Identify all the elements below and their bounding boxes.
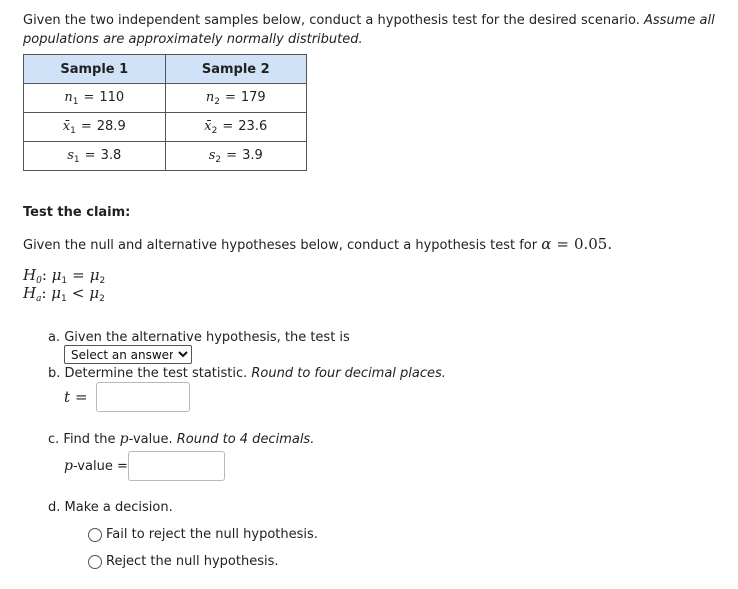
alpha-value: 0.05. <box>573 235 613 253</box>
question-b: b. Determine the test statistic. Round t… <box>48 366 446 381</box>
cell-x1: x̄1 = 28.9 <box>23 112 166 142</box>
question-a: a. Given the alternative hypothesis, the… <box>48 330 350 345</box>
cell-n1: n1 = 110 <box>23 83 166 113</box>
mu-1-sub: 1 <box>61 294 67 304</box>
subscript: 2 <box>211 125 218 136</box>
test-statistic-input[interactable] <box>96 382 190 412</box>
table-header-row: Sample 1 Sample 2 <box>23 54 307 84</box>
mu-2-sub: 2 <box>99 294 105 304</box>
subscript: 2 <box>214 96 220 107</box>
equals: = <box>83 89 95 105</box>
mu-2: μ <box>89 284 100 302</box>
mu-1: μ <box>51 266 62 284</box>
cell-x2: x̄2 = 23.6 <box>164 112 307 142</box>
subscript: 1 <box>70 125 76 136</box>
t-symbol: t <box>64 388 71 406</box>
subscript: 1 <box>73 154 80 165</box>
cell-n2: n2 = 179 <box>164 83 307 113</box>
question-b-instruction: Round to four decimal places. <box>251 366 446 381</box>
claim-heading: Test the claim: <box>23 205 131 220</box>
equals: = <box>80 118 92 134</box>
subscript: 1 <box>72 96 79 107</box>
value: 179 <box>240 89 266 105</box>
operator: < <box>71 284 85 302</box>
h-symbol: H <box>23 266 37 284</box>
question-c-text2: -value. <box>128 432 177 447</box>
p-symbol: p <box>64 458 73 474</box>
equals: = <box>84 147 96 163</box>
mu-2: μ <box>89 266 100 284</box>
test-type-select[interactable]: Select an answer <box>64 345 192 364</box>
option-fail-to-reject[interactable]: Fail to reject the null hypothesis. <box>88 527 318 542</box>
header-sample-2: Sample 2 <box>164 54 307 84</box>
option-label: Fail to reject the null hypothesis. <box>106 527 318 542</box>
question-b-text: b. Determine the test statistic. <box>48 366 252 381</box>
p-symbol: p <box>119 431 129 447</box>
null-hypothesis: H0: μ1 = μ2 <box>23 266 105 286</box>
mu-1: μ <box>51 284 62 302</box>
value: 110 <box>99 89 125 105</box>
table-row-n: n1 = 110 n2 = 179 <box>23 83 307 113</box>
symbol: n <box>64 89 73 105</box>
question-c-text: c. Find the <box>48 432 120 447</box>
option-label: Reject the null hypothesis. <box>106 554 279 569</box>
p-value-input[interactable] <box>128 451 225 481</box>
question-c-instruction: Round to 4 decimals. <box>176 432 315 447</box>
header-sample-1: Sample 1 <box>23 54 166 84</box>
symbol: n <box>205 89 215 105</box>
question-d: d. Make a decision. <box>48 500 173 515</box>
radio-button[interactable] <box>88 554 102 569</box>
radio-button[interactable] <box>88 527 102 542</box>
value: 3.8 <box>100 147 122 163</box>
t-label: t = <box>64 388 93 406</box>
value: 23.6 <box>238 118 268 134</box>
question-c: c. Find the p-value. Round to 4 decimals… <box>48 431 314 447</box>
given-statement: Given the null and alternative hypothese… <box>23 235 612 253</box>
option-reject[interactable]: Reject the null hypothesis. <box>88 554 279 569</box>
equals: = <box>226 147 238 163</box>
alternative-hypothesis: Ha: μ1 < μ2 <box>23 284 105 304</box>
equals: = <box>75 388 88 406</box>
h-symbol: H <box>23 284 37 302</box>
intro-text: Given the two independent samples below,… <box>23 13 645 28</box>
p-value-label: p-value = <box>64 458 128 474</box>
symbol: x̄ <box>204 118 212 134</box>
operator: = <box>72 266 85 284</box>
table-row-mean: x̄1 = 28.9 x̄2 = 23.6 <box>23 112 307 142</box>
problem-intro: Given the two independent samples below,… <box>23 11 723 49</box>
colon: : <box>41 284 52 302</box>
cell-s2: s2 = 3.9 <box>164 141 307 171</box>
value: 3.9 <box>242 147 263 163</box>
equals: = <box>222 118 234 134</box>
subscript: 2 <box>215 154 222 165</box>
equals: = <box>224 89 236 105</box>
colon: : <box>41 266 52 284</box>
samples-table: Sample 1 Sample 2 n1 = 110 n2 = 179 x̄1 = 28.9… <box>23 54 307 171</box>
symbol: s <box>67 147 74 163</box>
cell-s1: s1 = 3.8 <box>23 141 166 171</box>
alpha-symbol: α <box>541 235 552 253</box>
value: 28.9 <box>96 118 126 134</box>
table-row-sd: s1 = 3.8 s2 = 3.9 <box>23 141 307 171</box>
p-value-label-text: -value = <box>72 459 128 474</box>
equals: = <box>556 235 569 253</box>
given-text: Given the null and alternative hypothese… <box>23 238 542 253</box>
